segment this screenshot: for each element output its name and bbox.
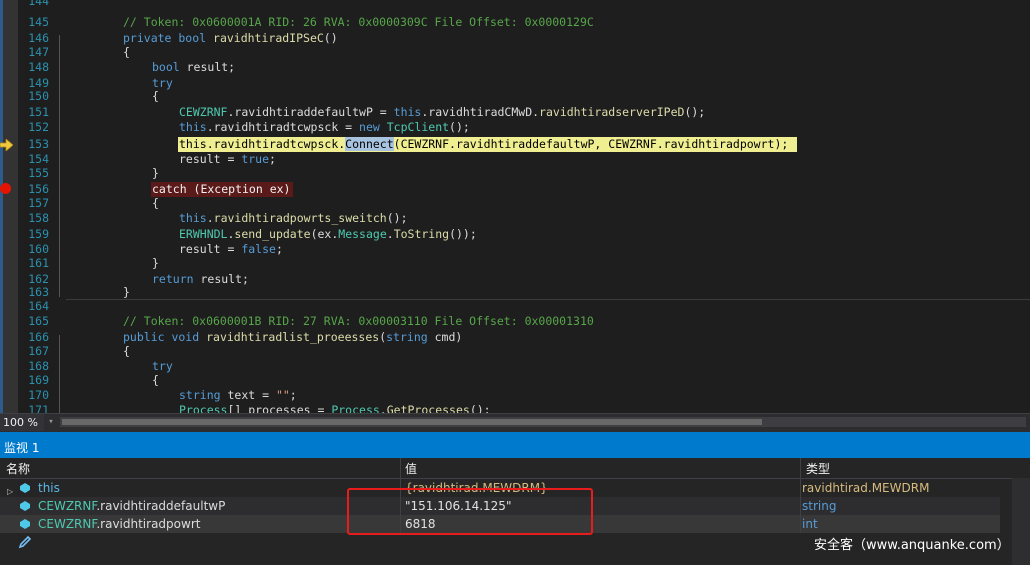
line-number: 161 [28,256,49,270]
code-line-163: } [123,285,130,299]
column-value[interactable]: 值 [405,460,417,477]
code-line-168: try [152,359,173,373]
editor-status-bar: 100 % ▾ [0,413,1030,432]
watch-vertical-scrollbar[interactable] [1012,478,1030,565]
column-name[interactable]: 名称 [6,460,30,477]
code-line-166: public void ravidhtiradlist_proeesses(st… [123,330,463,344]
code-line-169: { [152,373,159,387]
line-number: 157 [28,196,49,210]
watch-name-field: .ravidhtiraddefaultwP [96,499,226,513]
line-number: 159 [28,227,49,241]
code-line-165: // Token: 0x0600001B RID: 27 RVA: 0x0000… [123,314,594,328]
pencil-icon[interactable] [18,535,32,549]
watch-type: ravidhtirad.MEWDRM [802,481,930,495]
code-line-158: this.ravidhtiradpowrts_sweitch(); [179,211,408,225]
code-line-145: // Token: 0x0600001A RID: 26 RVA: 0x0000… [123,14,594,29]
line-number: 151 [28,105,49,119]
code-line-147: { [123,45,130,59]
code-line-160: result = false; [179,242,283,256]
watch-type: string [802,499,837,513]
field-icon [20,519,30,529]
line-number: 155 [28,166,49,180]
field-icon [20,501,30,511]
line-number: 170 [28,388,49,402]
code-line-162: return result; [152,272,249,286]
code-line-155: } [152,166,159,180]
watch-name-class: CEWZRNF [38,517,97,531]
watermark: 安全客（www.anquanke.com） [814,538,1010,553]
code-line-161: } [152,256,159,270]
line-numbers: 144 145 146 147 148 149 150 151 152 153 154 155 156 1… [18,0,52,413]
line-number: 158 [28,211,49,225]
watch-name-field: .ravidhtiradpowrt [96,517,201,531]
code-line-151: CEWZRNF.ravidhtiraddefaultwP = this.ravi… [179,105,706,119]
change-bar [0,0,8,413]
line-number: 148 [28,60,49,74]
line-number: 168 [28,359,49,373]
zoom-dropdown-icon[interactable]: ▾ [45,414,57,431]
code-line-154: result = true; [179,152,276,166]
code-line-146: private bool ravidhtiradIPSeC() [123,31,338,45]
current-statement-arrow-icon [0,139,13,151]
line-number: 154 [28,152,49,166]
breakpoint-gutter[interactable] [0,0,18,413]
horizontal-scrollbar[interactable] [60,417,1026,427]
line-number: 160 [28,242,49,256]
code-line-148: bool result; [152,60,236,74]
line-number: 146 [28,31,49,45]
fold-guide [59,35,60,297]
line-number: 147 [28,45,49,59]
watch-column-header: 名称 值 类型 [0,458,1030,479]
watch-type: int [802,517,818,531]
code-line-159: ERWHNDL.send_update(ex.Message.ToString(… [179,227,477,241]
line-number: 145 [28,14,49,29]
code-line-150: { [152,89,159,103]
code-line-171: Process[] processes = Process.GetProcess… [179,403,491,413]
watch-panel-title[interactable]: 监视 1 [0,432,1030,458]
code-area[interactable]: // Token: 0x0600001A RID: 26 RVA: 0x0000… [66,0,1030,413]
code-line-156: catch (Exception ex) [152,182,291,196]
line-number: 152 [28,120,49,134]
line-number: 150 [28,89,49,103]
fold-guide [59,335,60,413]
line-number: 156 [28,182,49,196]
code-line-157: { [152,196,159,210]
object-icon [20,483,30,493]
code-line-170: string text = ""; [179,388,297,402]
code-line-152: this.ravidhtiradtcwpsck = new TcpClient(… [179,120,470,134]
line-number: 164 [28,299,49,313]
code-line-153: this.ravidhtiradtcwpsck.Connect(CEWZRNF.… [179,137,789,151]
line-number: 153 [28,137,49,151]
code-editor[interactable]: 144 145 146 147 148 149 150 151 152 153 154 155 156 1… [0,0,1030,413]
line-number: 166 [28,330,49,344]
line-number: 144 [28,0,49,8]
line-number: 167 [28,344,49,358]
column-type[interactable]: 类型 [806,460,830,477]
code-line-167: { [123,344,130,358]
watch-name-class: CEWZRNF [38,499,97,513]
zoom-level[interactable]: 100 % [0,414,44,431]
watch-name: this [38,481,60,495]
annotation-highlight-box [347,488,593,535]
line-number: 171 [28,403,49,413]
breakpoint-icon[interactable] [0,183,11,194]
line-number: 163 [28,285,49,299]
line-number: 165 [28,314,49,328]
line-number: 169 [28,373,49,387]
